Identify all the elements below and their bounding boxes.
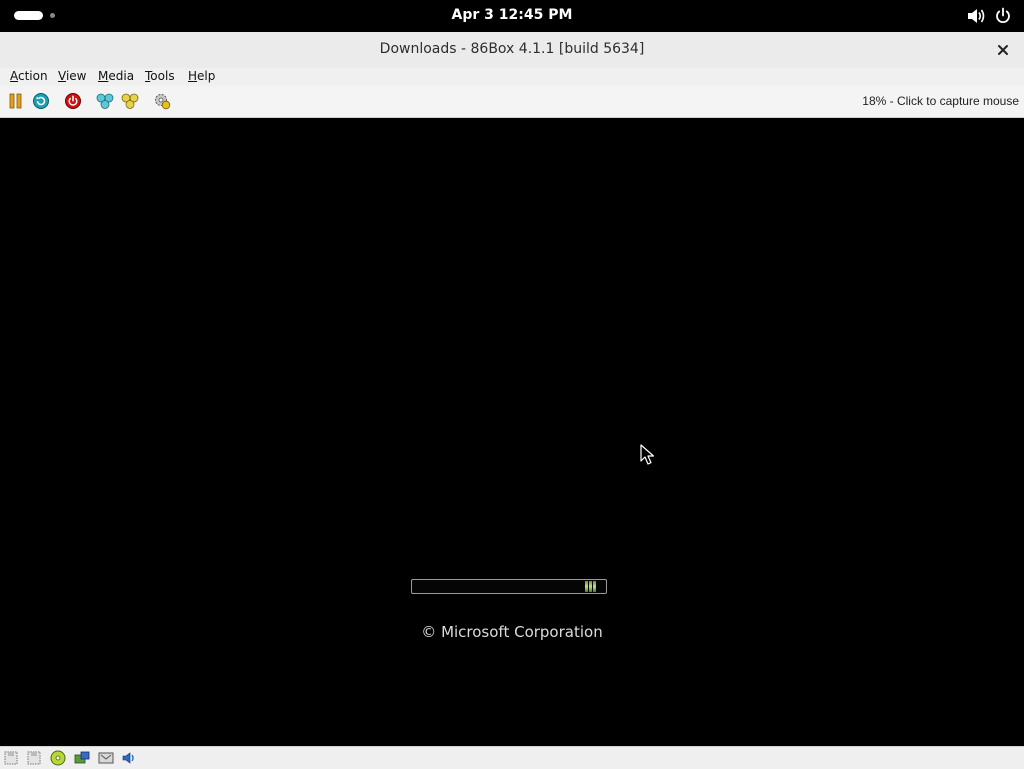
boot-progress-fill — [585, 581, 597, 592]
ctrl-alt-esc-button[interactable] — [121, 92, 139, 110]
close-icon — [998, 45, 1008, 55]
ctrl-alt-del-icon — [96, 93, 114, 109]
status-bar — [0, 746, 1024, 769]
ctrl-alt-esc-icon — [121, 93, 139, 109]
menu-media[interactable]: Media — [98, 69, 134, 83]
system-top-bar: Apr 3 12:45 PM — [0, 0, 1024, 32]
emulator-display[interactable]: © Microsoft Corporation — [0, 118, 1024, 746]
network-icon[interactable] — [98, 750, 114, 766]
window-title: Downloads - 86Box 4.1.1 [build 5634] — [379, 41, 645, 57]
progress-segment — [593, 581, 596, 592]
reset-icon — [33, 93, 49, 109]
pause-icon — [9, 93, 22, 109]
progress-segment — [585, 581, 588, 592]
menu-view[interactable]: View — [58, 69, 86, 83]
toolbar: 18% - Click to capture mouse — [0, 86, 1024, 118]
menu-action[interactable]: Action — [10, 69, 48, 83]
system-tray[interactable] — [966, 7, 1012, 25]
settings-gear-icon — [155, 94, 171, 110]
settings-button[interactable] — [153, 92, 171, 110]
cdrom-icon[interactable] — [50, 750, 66, 766]
hard-disk-icon[interactable] — [74, 750, 90, 766]
power-off-button[interactable] — [64, 92, 82, 110]
ctrl-alt-del-button[interactable] — [96, 92, 114, 110]
sound-icon[interactable] — [121, 750, 137, 766]
clock[interactable]: Apr 3 12:45 PM — [0, 7, 1024, 23]
mouse-pointer-icon — [640, 444, 654, 465]
mouse-capture-status: 18% - Click to capture mouse — [862, 94, 1019, 108]
menu-tools[interactable]: Tools — [145, 69, 175, 83]
floppy-drive-1-icon[interactable] — [3, 750, 19, 766]
boot-progress-bar — [411, 579, 607, 594]
copyright-text: © Microsoft Corporation — [421, 623, 603, 641]
menu-help[interactable]: Help — [188, 69, 215, 83]
close-button[interactable] — [992, 39, 1014, 61]
power-off-icon — [65, 93, 81, 109]
volume-icon — [968, 9, 985, 23]
pause-button[interactable] — [7, 92, 25, 110]
hard-reset-button[interactable] — [32, 92, 50, 110]
power-icon — [996, 7, 1010, 23]
window-titlebar[interactable]: Downloads - 86Box 4.1.1 [build 5634] — [0, 32, 1024, 69]
floppy-drive-2-icon[interactable] — [26, 750, 42, 766]
progress-segment — [589, 581, 592, 592]
menu-bar: Action View Media Tools Help — [0, 68, 1024, 86]
